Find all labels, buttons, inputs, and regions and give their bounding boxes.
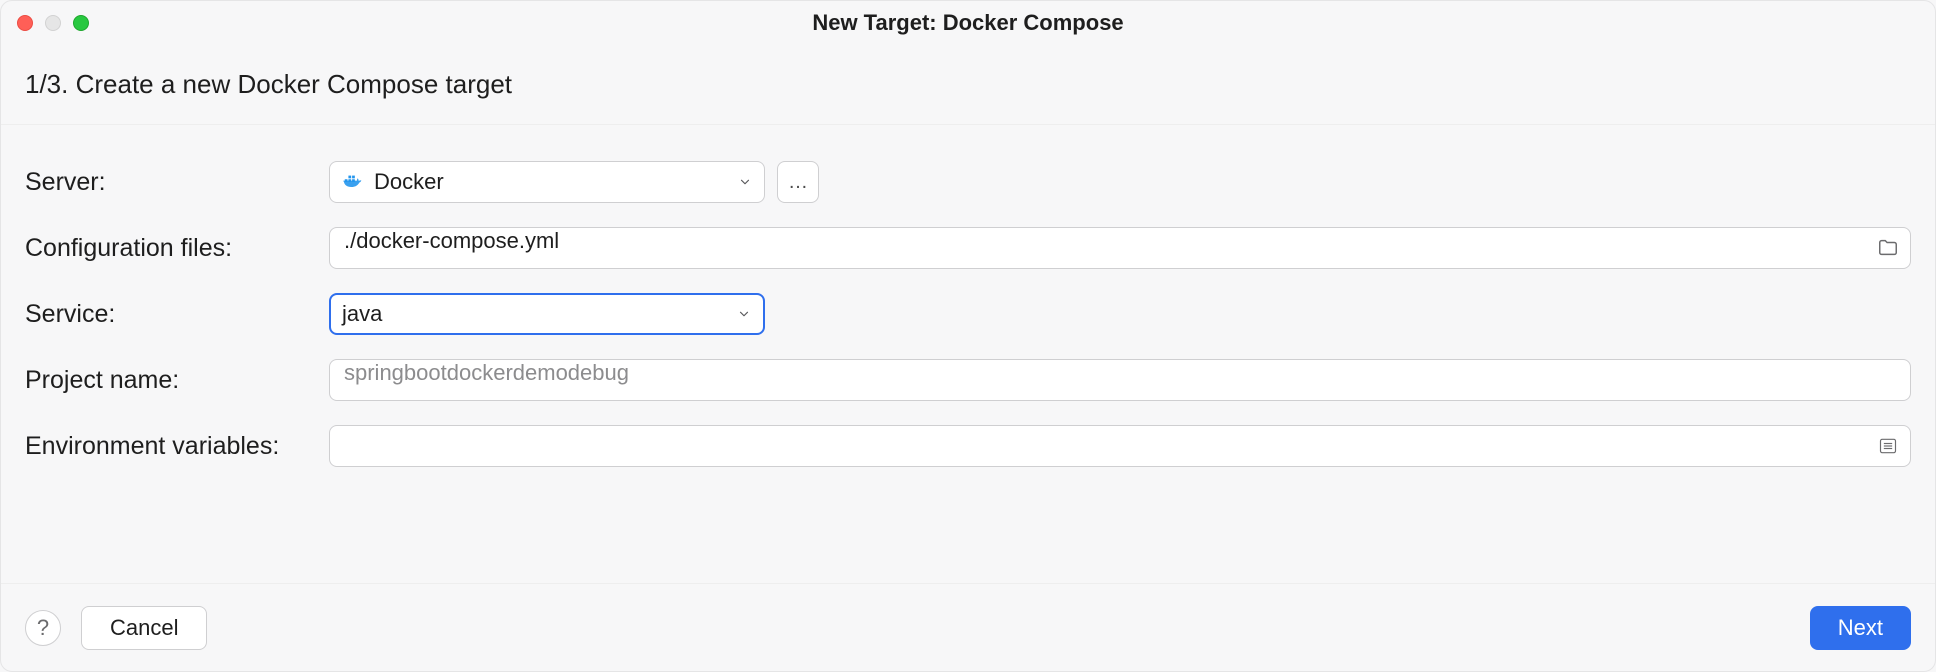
dialog-footer: ? Cancel Next — [1, 583, 1935, 671]
server-select-value: Docker — [374, 169, 444, 195]
server-select[interactable]: Docker — [329, 161, 765, 203]
dialog-content: Server: Docker … Configuration files: — [1, 125, 1935, 583]
service-row: Service: java — [25, 293, 1911, 335]
config-files-row: Configuration files: ./docker-compose.ym… — [25, 227, 1911, 269]
next-button[interactable]: Next — [1810, 606, 1911, 650]
service-select-value: java — [342, 301, 382, 327]
close-window-button[interactable] — [17, 15, 33, 31]
cancel-button[interactable]: Cancel — [81, 606, 207, 650]
env-vars-input[interactable] — [329, 425, 1911, 467]
folder-browse-icon[interactable] — [1875, 235, 1901, 261]
env-vars-row: Environment variables: — [25, 425, 1911, 467]
project-name-input[interactable]: springbootdockerdemodebug — [329, 359, 1911, 401]
server-browse-button[interactable]: … — [777, 161, 819, 203]
project-name-label: Project name: — [25, 366, 329, 395]
window-controls — [17, 15, 89, 31]
cancel-button-label: Cancel — [110, 615, 178, 641]
config-files-label: Configuration files: — [25, 234, 329, 263]
chevron-down-icon — [738, 175, 752, 189]
next-button-label: Next — [1838, 615, 1883, 641]
list-edit-icon[interactable] — [1875, 433, 1901, 459]
minimize-window-button[interactable] — [45, 15, 61, 31]
config-files-value: ./docker-compose.yml — [344, 228, 559, 253]
dialog-subheader: 1/3. Create a new Docker Compose target — [1, 45, 1935, 125]
service-select[interactable]: java — [329, 293, 765, 335]
docker-icon — [342, 171, 364, 193]
config-files-input[interactable]: ./docker-compose.yml — [329, 227, 1911, 269]
chevron-down-icon — [737, 307, 751, 321]
titlebar: New Target: Docker Compose — [1, 1, 1935, 45]
ellipsis-icon: … — [788, 171, 808, 194]
server-label: Server: — [25, 168, 329, 197]
dialog-title: New Target: Docker Compose — [812, 10, 1123, 36]
project-name-placeholder: springbootdockerdemodebug — [344, 360, 629, 385]
project-name-row: Project name: springbootdockerdemodebug — [25, 359, 1911, 401]
help-icon: ? — [37, 615, 49, 641]
dialog-window: New Target: Docker Compose 1/3. Create a… — [0, 0, 1936, 672]
help-button[interactable]: ? — [25, 610, 61, 646]
server-row: Server: Docker … — [25, 161, 1911, 203]
step-title: 1/3. Create a new Docker Compose target — [25, 69, 1911, 100]
service-label: Service: — [25, 300, 329, 329]
env-vars-label: Environment variables: — [25, 432, 329, 461]
maximize-window-button[interactable] — [73, 15, 89, 31]
